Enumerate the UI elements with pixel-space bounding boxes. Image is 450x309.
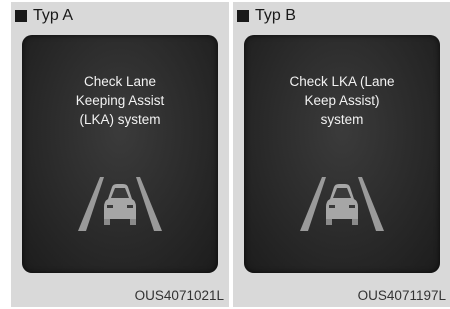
warning-message: Check Lane Keeping Assist (LKA) system [22, 72, 218, 129]
panel-title: Typ A [33, 7, 74, 24]
panel-title: Typ B [255, 7, 296, 24]
panel-header: Typ B [237, 6, 296, 26]
warning-line: Check LKA (Lane [289, 74, 395, 89]
lane-keeping-car-icon [300, 177, 384, 231]
warning-line: (LKA) system [79, 112, 161, 127]
warning-line: Keep Assist) [304, 93, 380, 108]
figure-code: OUS4071021L [134, 288, 224, 303]
panel-header: Typ A [15, 6, 73, 26]
cluster-display: Check Lane Keeping Assist (LKA) system [22, 35, 218, 273]
warning-line: Check Lane [83, 74, 157, 89]
warning-line: Keeping Assist [75, 93, 165, 108]
panel-typ-b: Typ B Check LKA (Lane Keep Assist) syste… [233, 2, 450, 307]
square-bullet-icon [15, 10, 27, 22]
panel-typ-a: Typ A Check Lane Keeping Assist (LKA) sy… [11, 2, 229, 307]
lane-keeping-car-icon [78, 177, 162, 231]
warning-message: Check LKA (Lane Keep Assist) system [244, 72, 440, 129]
warning-line: system [320, 112, 364, 127]
cluster-display: Check LKA (Lane Keep Assist) system [244, 35, 440, 273]
figure-code: OUS4071197L [357, 288, 446, 303]
square-bullet-icon [237, 10, 249, 22]
